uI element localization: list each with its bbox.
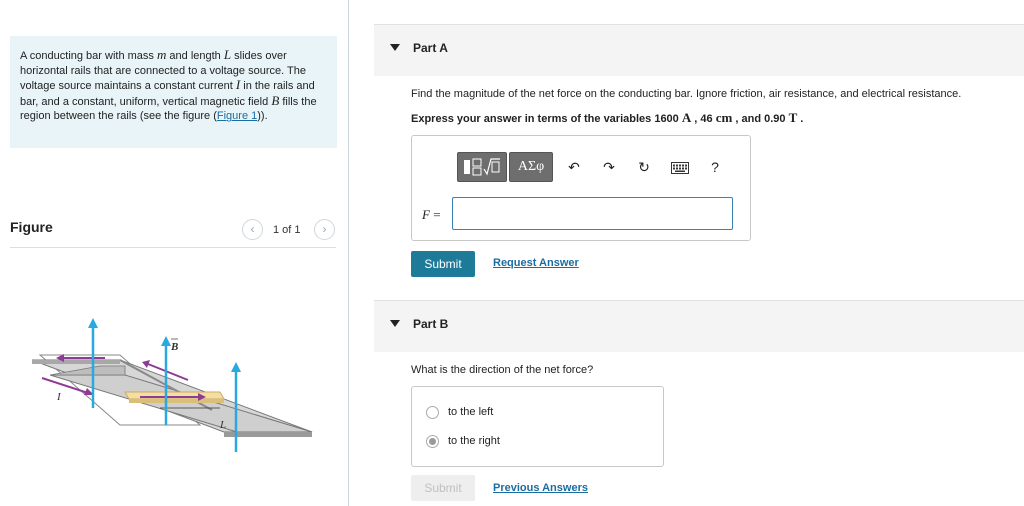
reset-icon[interactable]: ↻: [634, 157, 654, 177]
figure-link[interactable]: Figure 1: [217, 110, 257, 122]
instruction-text: Express your answer in terms of the vari…: [411, 113, 682, 125]
figure-pager: 1 of 1: [273, 224, 301, 236]
choice-label: to the left: [448, 406, 494, 418]
part-a-submit-button[interactable]: Submit: [411, 251, 475, 277]
answer-label: F =: [422, 207, 441, 223]
instruction-text: , 46: [691, 113, 716, 125]
part-b-submit-button[interactable]: Submit: [411, 475, 475, 501]
part-a-question: Find the magnitude of the net force on t…: [411, 88, 962, 100]
instruction-text: .: [797, 113, 804, 125]
choices-list: to the left to the right: [411, 386, 664, 467]
keyboard-icon[interactable]: [670, 157, 690, 177]
figure-title: Figure: [10, 219, 53, 235]
part-b-header[interactable]: Part B: [374, 300, 1024, 352]
choice-label: to the right: [448, 435, 500, 447]
request-answer-link[interactable]: Request Answer: [493, 257, 579, 269]
radio-button[interactable]: [426, 406, 439, 419]
answer-equals: =: [429, 207, 441, 222]
chevron-right-icon: ›: [322, 222, 327, 236]
part-a-instruction: Express your answer in terms of the vari…: [411, 110, 803, 126]
problem-statement: A conducting bar with mass m and length …: [10, 36, 337, 148]
problem-text: )).: [257, 110, 268, 123]
previous-answers-link[interactable]: Previous Answers: [493, 482, 588, 494]
answer-input[interactable]: [452, 197, 733, 230]
label-i: I: [56, 391, 62, 403]
figure-image: L I B: [31, 318, 313, 452]
label-l: L: [219, 419, 226, 431]
symbols-button[interactable]: ΑΣφ: [509, 152, 553, 182]
part-a-header[interactable]: Part A: [374, 24, 1024, 76]
left-panel: A conducting bar with mass m and length …: [0, 0, 349, 506]
radio-button[interactable]: [426, 435, 439, 448]
collapse-caret-icon: [390, 320, 400, 327]
divider: [10, 247, 336, 248]
var-l: L: [223, 47, 232, 62]
label-b: B: [170, 341, 178, 353]
templates-button[interactable]: [457, 152, 507, 182]
templates-icon: [464, 158, 500, 176]
var-m: m: [156, 47, 167, 62]
part-b-question: What is the direction of the net force?: [411, 364, 594, 376]
collapse-caret-icon: [390, 44, 400, 51]
answer-editor: ΑΣφ ↶ ↷ ↻ ? F =: [411, 135, 751, 241]
problem-text: A conducting bar with mass: [20, 50, 157, 62]
help-button[interactable]: ?: [705, 157, 725, 177]
next-figure-button[interactable]: ›: [314, 219, 335, 240]
redo-icon[interactable]: ↷: [599, 157, 619, 177]
unit-cm: cm: [715, 110, 733, 125]
unit-a: A: [681, 110, 692, 125]
undo-icon[interactable]: ↶: [564, 157, 584, 177]
part-a-title: Part A: [413, 41, 448, 55]
chevron-left-icon: ‹: [250, 222, 255, 236]
instruction-text: , and 0.90: [732, 113, 789, 125]
unit-t: T: [788, 110, 798, 125]
previous-figure-button[interactable]: ‹: [242, 219, 263, 240]
part-b-title: Part B: [413, 317, 449, 331]
problem-text: and length: [166, 50, 224, 62]
answer-variable: F: [422, 207, 430, 222]
